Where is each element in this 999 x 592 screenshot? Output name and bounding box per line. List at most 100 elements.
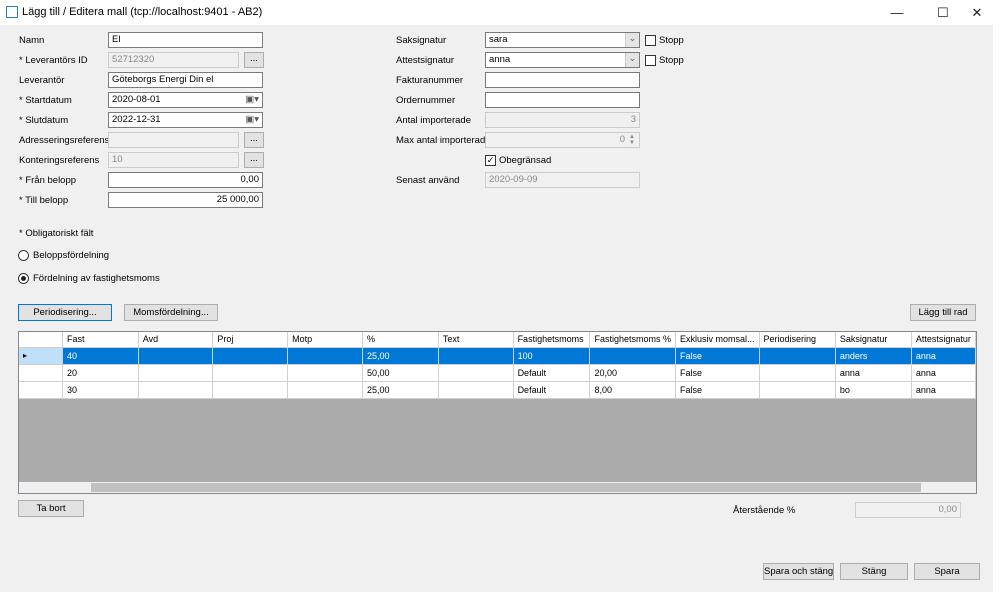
maximize-button[interactable]: ☐	[926, 0, 960, 25]
table-cell[interactable]: 50,00	[362, 364, 439, 382]
table-cell[interactable]	[287, 347, 363, 365]
table-cell[interactable]	[438, 347, 514, 365]
save-button[interactable]: Spara	[914, 563, 980, 580]
fastighetsmoms-radio[interactable]	[18, 273, 29, 284]
table-cell[interactable]: Default	[513, 364, 591, 382]
adressering-browse-button[interactable]: ...	[244, 132, 264, 148]
attestsignatur-label: Attestsignatur	[396, 55, 455, 66]
calendar-icon[interactable]: ▣▾	[245, 94, 259, 106]
table-cell[interactable]: Default	[513, 381, 591, 399]
row-header[interactable]: ▸	[19, 347, 64, 365]
momsfordelning-button[interactable]: Momsfördelning...	[124, 304, 218, 321]
column-header[interactable]: Fast	[62, 332, 139, 348]
table-cell[interactable]: False	[675, 347, 760, 365]
table-row[interactable]: 30 25,00 Default 8,00 False bo anna	[19, 381, 976, 399]
fakturanummer-input[interactable]	[485, 72, 640, 88]
table-cell[interactable]	[138, 381, 214, 399]
column-header[interactable]: Text	[438, 332, 514, 348]
table-cell[interactable]	[759, 347, 836, 365]
attestsignatur-select[interactable]: anna ⌄	[485, 52, 640, 68]
column-header[interactable]: Attestsignatur	[911, 332, 976, 348]
table-row[interactable]: ▸ 40 25,00 100 False anders anna	[19, 347, 976, 365]
minimize-button[interactable]: —	[880, 0, 914, 25]
table-cell[interactable]: 25,00	[362, 381, 439, 399]
row-header[interactable]	[19, 381, 64, 399]
table-cell[interactable]: 8,00	[589, 381, 676, 399]
namn-label: Namn	[19, 35, 45, 46]
column-header[interactable]: Exklusiv momsal...	[675, 332, 760, 348]
table-cell[interactable]: False	[675, 364, 760, 382]
table-cell[interactable]	[212, 364, 289, 382]
table-cell[interactable]	[212, 381, 289, 399]
column-header[interactable]: Fastighetsmoms %	[589, 332, 676, 348]
grid-table: Fast Avd Proj Motp % Text Fastighetsmoms…	[19, 332, 976, 399]
chevron-down-icon[interactable]: ⌄	[625, 33, 639, 47]
leverantor-id-label: * Leverantörs ID	[19, 55, 88, 66]
save-and-close-button[interactable]: Spara och stäng	[763, 563, 834, 580]
distribution-grid[interactable]: Fast Avd Proj Motp % Text Fastighetsmoms…	[18, 331, 977, 494]
table-cell[interactable]	[759, 381, 836, 399]
till-belopp-label: * Till belopp	[19, 195, 69, 206]
remaining-label: Återstående %	[733, 505, 796, 516]
close-dialog-button[interactable]: Stäng	[840, 563, 908, 580]
column-header[interactable]: Periodisering	[759, 332, 836, 348]
table-cell[interactable]	[438, 381, 514, 399]
saksignatur-select[interactable]: sara ⌄	[485, 32, 640, 48]
startdatum-label: * Startdatum	[19, 95, 72, 106]
beloppsfordelning-radio[interactable]	[18, 250, 29, 261]
table-cell[interactable]: 20,00	[589, 364, 676, 382]
periodisering-button[interactable]: Periodisering...	[18, 304, 112, 321]
obegransad-checkbox[interactable]: ✓	[485, 155, 496, 166]
table-cell[interactable]	[759, 364, 836, 382]
column-header[interactable]: Fastighetsmoms	[513, 332, 591, 348]
table-cell[interactable]: 20	[62, 364, 139, 382]
leverantor-input[interactable]: Göteborgs Energi Din el	[108, 72, 263, 88]
table-cell[interactable]: False	[675, 381, 760, 399]
calendar-icon[interactable]: ▣▾	[245, 114, 259, 126]
table-cell[interactable]: anna	[911, 364, 976, 382]
till-belopp-input[interactable]: 25 000,00	[108, 192, 263, 208]
column-header[interactable]: Saksignatur	[835, 332, 912, 348]
column-header[interactable]: Proj	[212, 332, 289, 348]
table-cell[interactable]	[212, 347, 289, 365]
table-cell[interactable]: 40	[62, 347, 139, 365]
table-cell[interactable]	[138, 347, 214, 365]
table-cell[interactable]: bo	[835, 381, 912, 399]
table-cell[interactable]: anders	[835, 347, 912, 365]
startdatum-picker[interactable]: 2020-08-01 ▣▾	[108, 92, 263, 108]
add-row-button[interactable]: Lägg till rad	[910, 304, 976, 321]
ordernummer-input[interactable]	[485, 92, 640, 108]
leverantor-id-browse-button[interactable]: ...	[244, 52, 264, 68]
chevron-down-icon[interactable]: ⌄	[625, 53, 639, 67]
saksignatur-stopp-checkbox[interactable]	[645, 35, 656, 46]
beloppsfordelning-label: Beloppsfördelning	[33, 250, 110, 261]
table-cell[interactable]	[287, 364, 363, 382]
table-cell[interactable]	[589, 347, 676, 365]
scrollbar-thumb[interactable]	[91, 483, 921, 492]
grid-header-row: Fast Avd Proj Motp % Text Fastighetsmoms…	[19, 332, 976, 348]
remaining-input: 0,00	[855, 502, 961, 518]
table-cell[interactable]	[138, 364, 214, 382]
fran-belopp-input[interactable]: 0,00	[108, 172, 263, 188]
column-header[interactable]: Avd	[138, 332, 214, 348]
row-header[interactable]	[19, 364, 64, 382]
table-cell[interactable]: anna	[835, 364, 912, 382]
table-cell[interactable]	[287, 381, 363, 399]
table-cell[interactable]: 25,00	[362, 347, 439, 365]
slutdatum-picker[interactable]: 2022-12-31 ▣▾	[108, 112, 263, 128]
table-cell[interactable]: 100	[513, 347, 591, 365]
namn-input[interactable]: El	[108, 32, 263, 48]
column-header[interactable]: %	[362, 332, 439, 348]
table-row[interactable]: 20 50,00 Default 20,00 False anna anna	[19, 364, 976, 382]
close-button[interactable]: ✕	[960, 0, 994, 25]
table-cell[interactable]: 30	[62, 381, 139, 399]
delete-button[interactable]: Ta bort	[18, 500, 84, 517]
table-cell[interactable]: anna	[911, 347, 976, 365]
attestsignatur-stopp-checkbox[interactable]	[645, 55, 656, 66]
table-cell[interactable]: anna	[911, 381, 976, 399]
table-cell[interactable]	[438, 364, 514, 382]
max-antal-spinner: 0	[485, 132, 640, 148]
column-header[interactable]: Motp	[287, 332, 363, 348]
kontering-browse-button[interactable]: ...	[244, 152, 264, 168]
horizontal-scrollbar[interactable]	[19, 482, 976, 493]
